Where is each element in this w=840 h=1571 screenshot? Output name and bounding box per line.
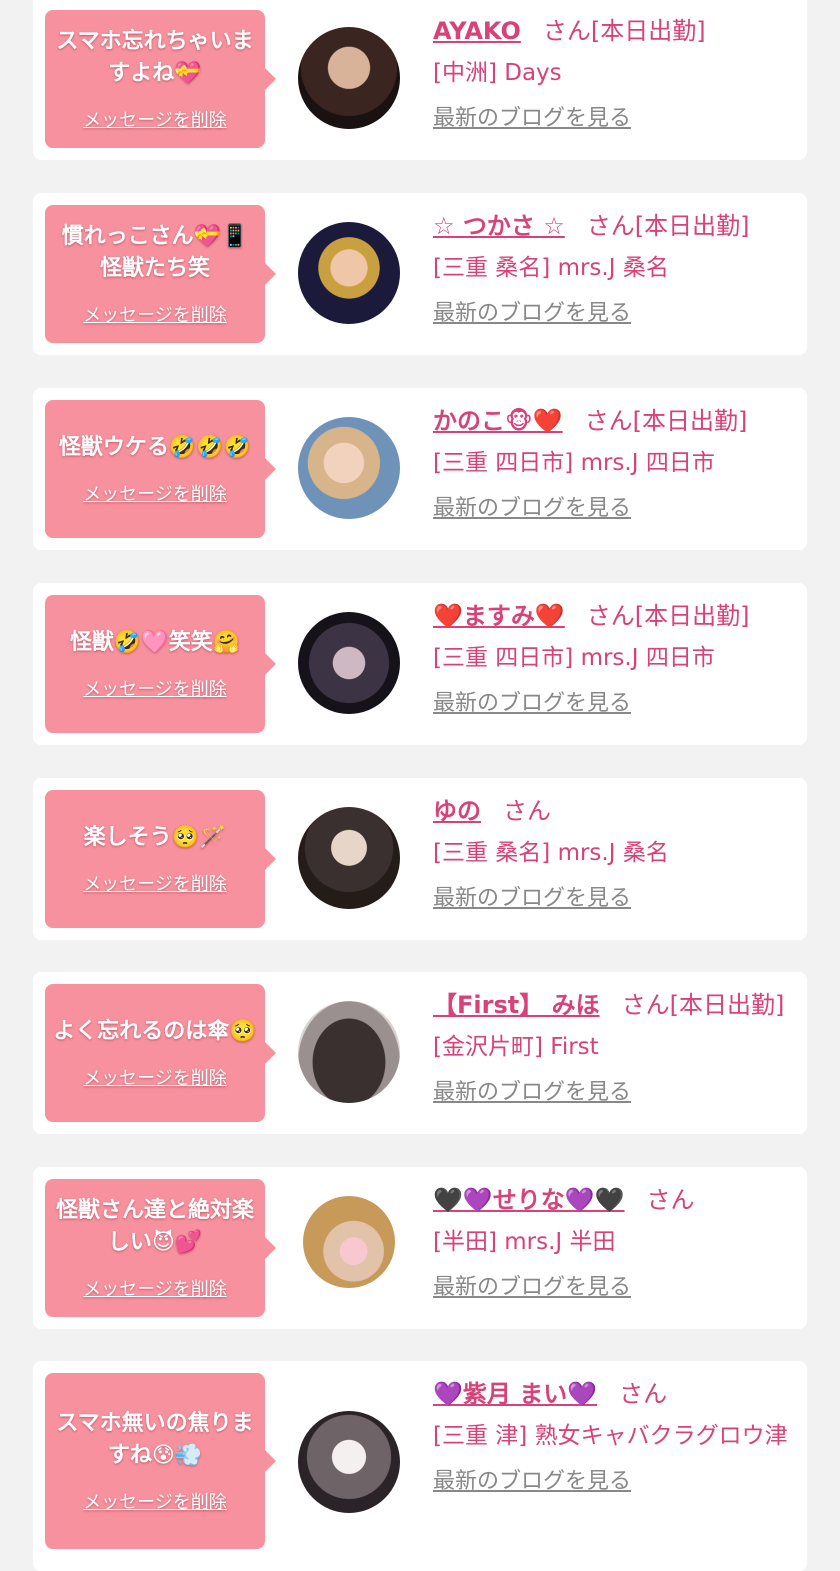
latest-blog-link[interactable]: 最新のブログを見る [433, 1078, 631, 1108]
avatar[interactable] [303, 1196, 395, 1288]
latest-blog-link[interactable]: 最新のブログを見る [433, 494, 631, 524]
girl-info: かのこ🐵❤️ さん[本日出勤] [三重 四日市] mrs.J 四日市 最新のブログ… [433, 404, 795, 524]
message-bubble: スマホ忘れちゃいますよね💝 メッセージを削除 [45, 10, 276, 148]
shop-name: [金沢片町] First [433, 1034, 599, 1060]
girl-name-link[interactable]: ☆ つかさ ☆ [433, 212, 565, 240]
latest-blog-link[interactable]: 最新のブログを見る [433, 104, 631, 134]
avatar[interactable] [298, 1001, 400, 1103]
message-bubble: 怪獣さん達と絶対楽しい😈💕 メッセージを削除 [45, 1179, 276, 1317]
name-line: 💜紫月 まい💜 さん [433, 1377, 795, 1411]
delete-message-link[interactable]: メッセージを削除 [83, 675, 227, 701]
message-text: 楽しそう🥺🪄 [83, 825, 227, 850]
name-suffix: さん [646, 1186, 695, 1214]
name-suffix: さん[本日出勤] [584, 407, 748, 435]
delete-message-link[interactable]: メッセージを削除 [83, 106, 227, 132]
name-suffix: さん[本日出勤] [621, 991, 785, 1019]
message-bubble: スマホ無いの焦りますね😰💨 メッセージを削除 [45, 1373, 276, 1549]
girl-name-link[interactable]: 【First】 みほ [433, 991, 600, 1019]
message-bubble: 慣れっこさん💝📱怪獣たち笑 メッセージを削除 [45, 205, 276, 343]
latest-blog-link[interactable]: 最新のブログを見る [433, 299, 631, 329]
girl-name-link[interactable]: AYAKO [433, 17, 521, 45]
name-line: AYAKO さん[本日出勤] [433, 14, 795, 48]
name-line: ゆの さん [433, 794, 795, 828]
name-line: ☆ つかさ ☆ さん[本日出勤] [433, 209, 795, 243]
girl-info: AYAKO さん[本日出勤] [中洲] Days 最新のブログを見る [433, 14, 795, 134]
delete-message-link[interactable]: メッセージを削除 [83, 1064, 227, 1090]
name-suffix: さん [619, 1380, 668, 1408]
avatar[interactable] [298, 1411, 400, 1513]
name-suffix: さん[本日出勤] [586, 212, 750, 240]
delete-message-link[interactable]: メッセージを削除 [83, 1488, 227, 1514]
message-text: 怪獣ウケる🤣🤣🤣 [58, 435, 252, 460]
shop-name: [中洲] Days [433, 60, 562, 86]
girl-name-link[interactable]: 💜紫月 まい💜 [433, 1380, 597, 1408]
message-text: 怪獣🤣🩷笑笑🤗 [69, 630, 241, 655]
delete-message-link[interactable]: メッセージを削除 [83, 480, 227, 506]
girl-name-link[interactable]: かのこ🐵❤️ [433, 407, 563, 435]
message-card: 楽しそう🥺🪄 メッセージを削除 ゆの さん [三重 桑名] mrs.J 桑名 最新… [33, 778, 807, 940]
avatar[interactable] [298, 27, 400, 129]
shop-name: [半田] mrs.J 半田 [433, 1229, 616, 1255]
latest-blog-link[interactable]: 最新のブログを見る [433, 1467, 631, 1497]
latest-blog-link[interactable]: 最新のブログを見る [433, 689, 631, 719]
avatar[interactable] [298, 417, 400, 519]
name-line: かのこ🐵❤️ さん[本日出勤] [433, 404, 795, 438]
message-card: よく忘れるのは傘🥺 メッセージを削除 【First】 みほ さん[本日出勤] [金… [33, 972, 807, 1134]
girl-name-link[interactable]: ❤️ますみ❤️ [433, 602, 565, 630]
name-suffix: さん[本日出勤] [586, 602, 750, 630]
girl-name-link[interactable]: 🖤💜せりな💜🖤 [433, 1186, 625, 1214]
message-text: スマホ無いの焦りますね😰💨 [56, 1411, 254, 1468]
latest-blog-link[interactable]: 最新のブログを見る [433, 1273, 631, 1303]
message-card: 怪獣さん達と絶対楽しい😈💕 メッセージを削除 🖤💜せりな💜🖤 さん [半田] mr… [33, 1167, 807, 1329]
delete-message-link[interactable]: メッセージを削除 [83, 301, 227, 327]
girl-info: ❤️ますみ❤️ さん[本日出勤] [三重 四日市] mrs.J 四日市 最新のブロ… [433, 599, 795, 719]
avatar[interactable] [298, 807, 400, 909]
shop-name: [三重 桑名] mrs.J 桑名 [433, 840, 669, 866]
shop-name: [三重 桑名] mrs.J 桑名 [433, 255, 669, 281]
name-line: 🖤💜せりな💜🖤 さん [433, 1183, 795, 1217]
name-line: ❤️ますみ❤️ さん[本日出勤] [433, 599, 795, 633]
message-card: 慣れっこさん💝📱怪獣たち笑 メッセージを削除 ☆ つかさ ☆ さん[本日出勤] [… [33, 193, 807, 355]
message-bubble: 怪獣🤣🩷笑笑🤗 メッセージを削除 [45, 595, 276, 733]
avatar[interactable] [298, 612, 400, 714]
shop-name: [三重 四日市] mrs.J 四日市 [433, 645, 715, 671]
message-bubble: よく忘れるのは傘🥺 メッセージを削除 [45, 984, 276, 1122]
name-suffix: さん [503, 797, 551, 825]
delete-message-link[interactable]: メッセージを削除 [83, 870, 227, 896]
message-text: 慣れっこさん💝📱怪獣たち笑 [61, 224, 249, 281]
name-line: 【First】 みほ さん[本日出勤] [433, 988, 795, 1022]
girl-info: 🖤💜せりな💜🖤 さん [半田] mrs.J 半田 最新のブログを見る [433, 1183, 795, 1303]
name-suffix: さん[本日出勤] [542, 17, 706, 45]
message-text: スマホ忘れちゃいますよね💝 [56, 29, 254, 86]
message-bubble: 楽しそう🥺🪄 メッセージを削除 [45, 790, 276, 928]
message-text: よく忘れるのは傘🥺 [53, 1019, 257, 1044]
message-card: 怪獣ウケる🤣🤣🤣 メッセージを削除 かのこ🐵❤️ さん[本日出勤] [三重 四日市… [33, 388, 807, 550]
delete-message-link[interactable]: メッセージを削除 [83, 1275, 227, 1301]
girl-info: ゆの さん [三重 桑名] mrs.J 桑名 最新のブログを見る [433, 794, 795, 914]
girl-info: 【First】 みほ さん[本日出勤] [金沢片町] First 最新のブログを見… [433, 988, 795, 1108]
girl-name-link[interactable]: ゆの [433, 797, 481, 825]
shop-name: [三重 四日市] mrs.J 四日市 [433, 450, 715, 476]
latest-blog-link[interactable]: 最新のブログを見る [433, 884, 631, 914]
message-card: スマホ無いの焦りますね😰💨 メッセージを削除 💜紫月 まい💜 さん [三重 津] … [33, 1361, 807, 1571]
message-list: スマホ忘れちゃいますよね💝 メッセージを削除 AYAKO さん[本日出勤] [中洲… [0, 0, 840, 1571]
shop-name: [三重 津] 熟女キャバクラグロウ津 [433, 1423, 788, 1449]
message-card: 怪獣🤣🩷笑笑🤗 メッセージを削除 ❤️ますみ❤️ さん[本日出勤] [三重 四日市… [33, 583, 807, 745]
message-text: 怪獣さん達と絶対楽しい😈💕 [55, 1198, 254, 1255]
avatar[interactable] [298, 222, 400, 324]
girl-info: 💜紫月 まい💜 さん [三重 津] 熟女キャバクラグロウ津 最新のブログを見る [433, 1377, 795, 1497]
message-card: スマホ忘れちゃいますよね💝 メッセージを削除 AYAKO さん[本日出勤] [中洲… [33, 0, 807, 160]
message-bubble: 怪獣ウケる🤣🤣🤣 メッセージを削除 [45, 400, 276, 538]
girl-info: ☆ つかさ ☆ さん[本日出勤] [三重 桑名] mrs.J 桑名 最新のブログを… [433, 209, 795, 329]
